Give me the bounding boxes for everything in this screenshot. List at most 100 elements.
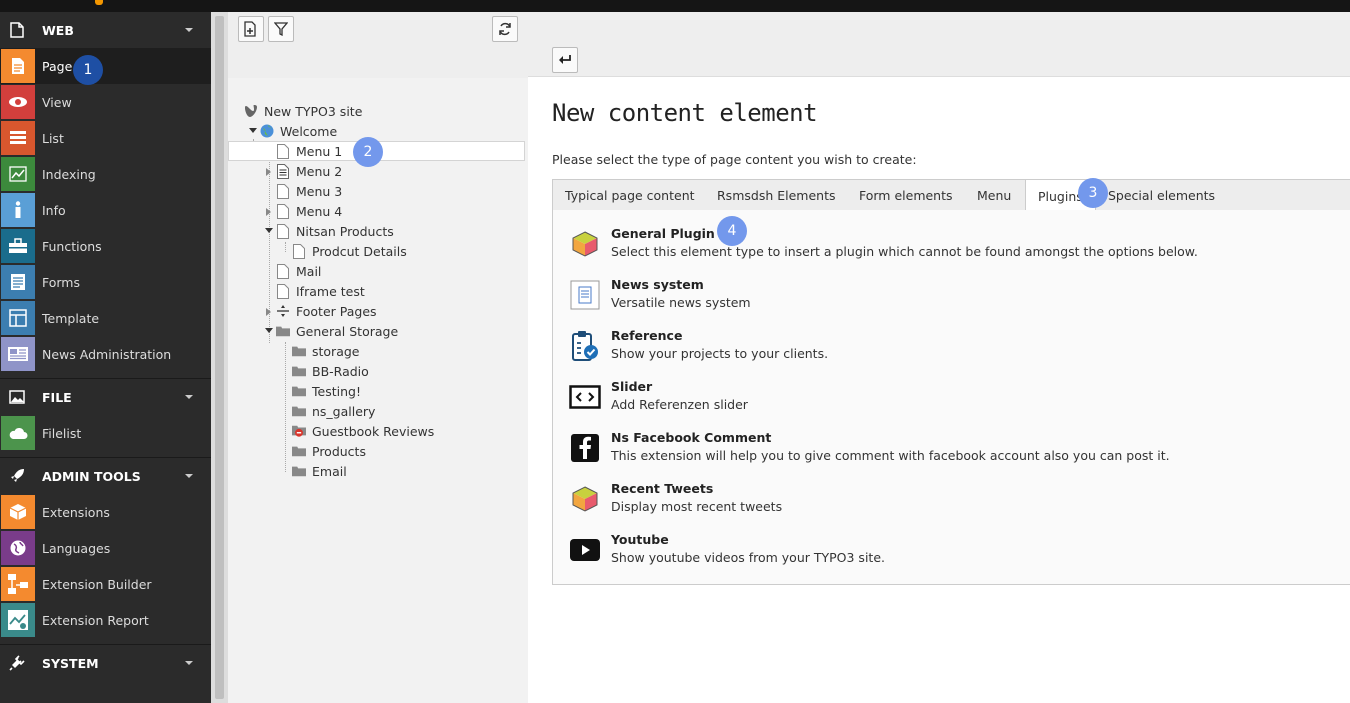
element-title: Ns Facebook Comment	[611, 430, 772, 445]
module-extension-builder[interactable]: Extension Builder	[0, 566, 211, 602]
module-label: Extensions	[42, 504, 110, 520]
tree-node-label: Testing!	[312, 383, 361, 399]
builder-icon	[1, 567, 35, 601]
news-icon	[1, 337, 35, 371]
module-label: Info	[42, 202, 66, 218]
module-extensions[interactable]: Extensions	[0, 494, 211, 530]
module-filelist[interactable]: Filelist	[0, 415, 211, 451]
image-icon	[0, 379, 34, 415]
tree-expander-general-storage[interactable]	[265, 328, 273, 333]
element-title: News system	[611, 277, 704, 292]
return-icon	[559, 55, 571, 64]
group-label: ADMIN TOOLS	[42, 468, 141, 484]
tree-node-email[interactable]: Email	[292, 461, 347, 481]
tree-expander-footer-pages[interactable]	[266, 308, 271, 316]
tree-node-menu-4[interactable]: Menu 4	[276, 201, 342, 221]
module-indexing[interactable]: Indexing	[0, 156, 211, 192]
module-template[interactable]: Template	[0, 300, 211, 336]
tree-node-mail[interactable]: Mail	[276, 261, 321, 281]
module-functions[interactable]: Functions	[0, 228, 211, 264]
module-extension-report[interactable]: Extension Report	[0, 602, 211, 638]
tree-expander-menu-2[interactable]	[266, 168, 271, 176]
globe-page-icon	[260, 123, 274, 139]
tab-rsmsdsh-elements[interactable]: Rsmsdsh Elements	[705, 180, 848, 211]
tab-form-elements[interactable]: Form elements	[847, 180, 965, 211]
file-icon	[0, 12, 34, 48]
module-label: News Administration	[42, 346, 172, 362]
tree-node-storage[interactable]: storage	[292, 341, 360, 361]
module-forms[interactable]: Forms	[0, 264, 211, 300]
tree-node-label: Mail	[296, 263, 322, 279]
cube-icon	[569, 228, 601, 260]
tree-node-prodcut-details[interactable]: Prodcut Details	[292, 241, 407, 261]
module-view[interactable]: View	[0, 84, 211, 120]
module-label: Indexing	[42, 166, 96, 182]
module-languages[interactable]: Languages	[0, 530, 211, 566]
tree-node-footer-pages[interactable]: Footer Pages	[276, 301, 377, 321]
page-doc-icon	[292, 243, 306, 259]
module-info[interactable]: Info	[0, 192, 211, 228]
tree-node-guestbook-reviews[interactable]: Guestbook Reviews	[292, 421, 434, 441]
tree-node-testing[interactable]: Testing!	[292, 381, 361, 401]
back-button[interactable]	[552, 47, 578, 73]
tree-node-products[interactable]: Products	[292, 441, 366, 461]
tree-node-nitsan-products[interactable]: Nitsan Products	[276, 221, 394, 241]
page-doc-icon	[276, 203, 290, 219]
tree-node-ns-gallery[interactable]: ns_gallery	[292, 401, 375, 421]
tree-node-welcome[interactable]: Welcome	[260, 121, 337, 141]
tree-node-label: Menu 4	[296, 203, 343, 219]
facebook-icon	[569, 432, 601, 464]
tree-node-label: Nitsan Products	[296, 223, 394, 239]
info-icon	[1, 193, 35, 227]
chevron-down-icon	[185, 661, 193, 665]
filter-button[interactable]	[268, 16, 294, 42]
globe-icon	[1, 531, 35, 565]
tree-node-menu-2[interactable]: Menu 2	[276, 161, 342, 181]
folder-icon	[292, 383, 306, 399]
group-system[interactable]: SYSTEM	[0, 645, 211, 681]
group-label: SYSTEM	[42, 655, 99, 671]
tree-root[interactable]: New TYPO3 site	[244, 101, 362, 121]
tree-node-label: Footer Pages	[296, 303, 377, 319]
tab-special-elements[interactable]: Special elements	[1096, 180, 1227, 211]
tree-node-label: storage	[312, 343, 360, 359]
tab-typical-page-content[interactable]: Typical page content	[553, 180, 707, 211]
tree-node-bb-radio[interactable]: BB-Radio	[292, 361, 369, 381]
element-desc: Display most recent tweets	[611, 499, 783, 514]
content-area: New content element Please select the ty…	[528, 77, 1350, 703]
module-menu-scrollbar[interactable]	[211, 12, 228, 703]
group-label: WEB	[42, 22, 74, 38]
tree-node-iframe-test[interactable]: Iframe test	[276, 281, 365, 301]
filter-icon	[274, 22, 288, 36]
chart-icon	[1, 157, 35, 191]
tree-node-label: BB-Radio	[312, 363, 369, 379]
element-desc: Versatile news system	[611, 295, 751, 310]
tree-node-label: Email	[312, 463, 347, 479]
plugins-panel: General Plugin Select this element type …	[552, 210, 1350, 585]
refresh-button[interactable]	[492, 16, 518, 42]
tree-expander-menu-4[interactable]	[266, 208, 271, 216]
cloud-icon	[1, 416, 35, 450]
module-list[interactable]: List	[0, 120, 211, 156]
module-label: View	[42, 94, 72, 110]
tab-menu[interactable]: Menu	[965, 180, 1023, 211]
code-icon	[569, 381, 601, 413]
group-file[interactable]: FILE	[0, 379, 211, 415]
element-title: Reference	[611, 328, 683, 343]
page-tree-toolbar	[228, 12, 528, 78]
tree-expander-nitsan-products[interactable]	[265, 228, 273, 233]
tree-node-menu-3[interactable]: Menu 3	[276, 181, 342, 201]
module-news-administration[interactable]: News Administration	[0, 336, 211, 372]
scrollbar-thumb[interactable]	[215, 16, 224, 699]
chevron-down-icon	[185, 395, 193, 399]
element-title: Slider	[611, 379, 653, 394]
module-page[interactable]: Page	[0, 48, 211, 84]
tree-node-label: Prodcut Details	[312, 243, 407, 259]
tree-node-general-storage[interactable]: General Storage	[276, 321, 398, 341]
group-admin-tools[interactable]: ADMIN TOOLS	[0, 458, 211, 494]
tree-node-label: ns_gallery	[312, 403, 376, 419]
tree-expander-welcome[interactable]	[249, 128, 257, 133]
folder-icon	[292, 403, 306, 419]
new-page-button[interactable]	[238, 16, 264, 42]
group-web[interactable]: WEB	[0, 12, 211, 48]
